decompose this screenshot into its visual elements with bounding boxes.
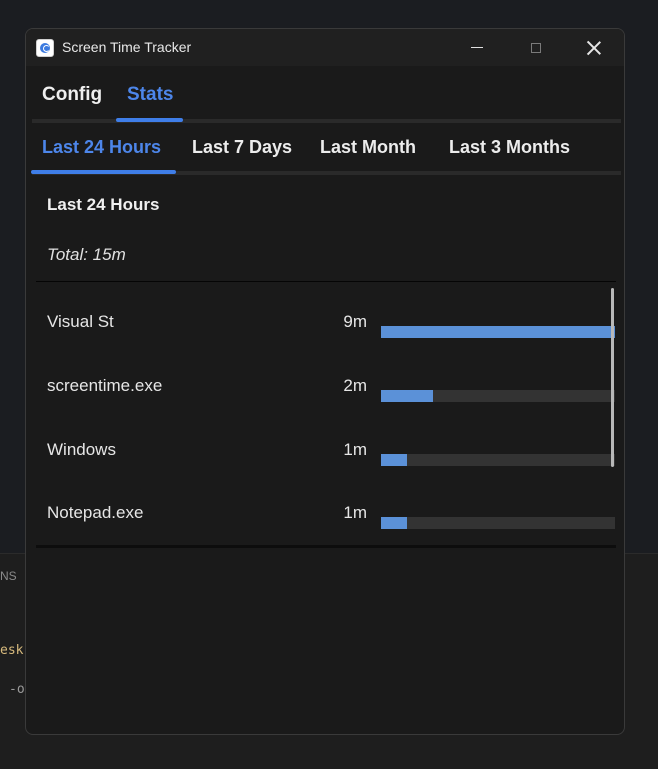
usage-bar-track [381,454,615,466]
period-tab-last-month[interactable]: Last Month [320,137,416,158]
period-tab-last-24-hours[interactable]: Last 24 Hours [42,137,161,158]
stats-heading: Last 24 Hours [47,195,160,214]
usage-bar-fill [381,390,433,402]
minimize-button[interactable] [454,29,500,66]
app-name: Notepad.exe [47,503,144,522]
usage-row: Notepad.exe 1m [26,491,624,531]
usage-row: Windows 1m [26,428,624,468]
maximize-button[interactable] [513,29,559,66]
minimize-icon [471,47,483,48]
usage-bar-fill [381,454,407,466]
app-window: Screen Time Tracker Config Stats Last 24… [25,28,625,735]
app-time: 1m [343,440,367,459]
app-name: Visual St [47,312,114,331]
editor-code-line: esk [0,643,24,658]
list-bottom-divider [36,545,616,548]
close-icon [587,41,601,55]
close-button[interactable] [571,29,617,66]
usage-bar-track [381,517,615,529]
tab-stats[interactable]: Stats [127,84,173,106]
active-period-indicator [31,170,176,174]
total-time: Total: 15m [47,245,126,264]
app-icon [36,39,54,57]
usage-bar-fill [381,326,615,338]
editor-code-line: -o [9,682,25,697]
title-bar[interactable]: Screen Time Tracker [26,29,624,66]
tab-config[interactable]: Config [42,84,102,106]
usage-row: Visual St 9m [26,300,624,340]
window-title: Screen Time Tracker [62,39,192,55]
period-tab-last-3-months[interactable]: Last 3 Months [449,137,570,158]
app-time: 1m [343,503,367,522]
active-tab-indicator [116,118,183,122]
usage-bar-track [381,390,615,402]
main-tab-bar: Config Stats [26,66,624,122]
app-name: screentime.exe [47,376,163,395]
scrollbar-thumb[interactable] [611,288,614,467]
maximize-icon [531,42,541,53]
usage-row: screentime.exe 2m [26,364,624,404]
usage-bar-track [381,326,615,338]
usage-list[interactable]: Visual St 9m screentime.exe 2m Windows 1… [26,282,624,547]
editor-panel-label: NS [0,569,17,583]
app-name: Windows [47,440,116,459]
app-time: 2m [343,376,367,395]
usage-bar-fill [381,517,407,529]
period-tab-last-7-days[interactable]: Last 7 Days [192,137,292,158]
app-time: 9m [343,312,367,331]
